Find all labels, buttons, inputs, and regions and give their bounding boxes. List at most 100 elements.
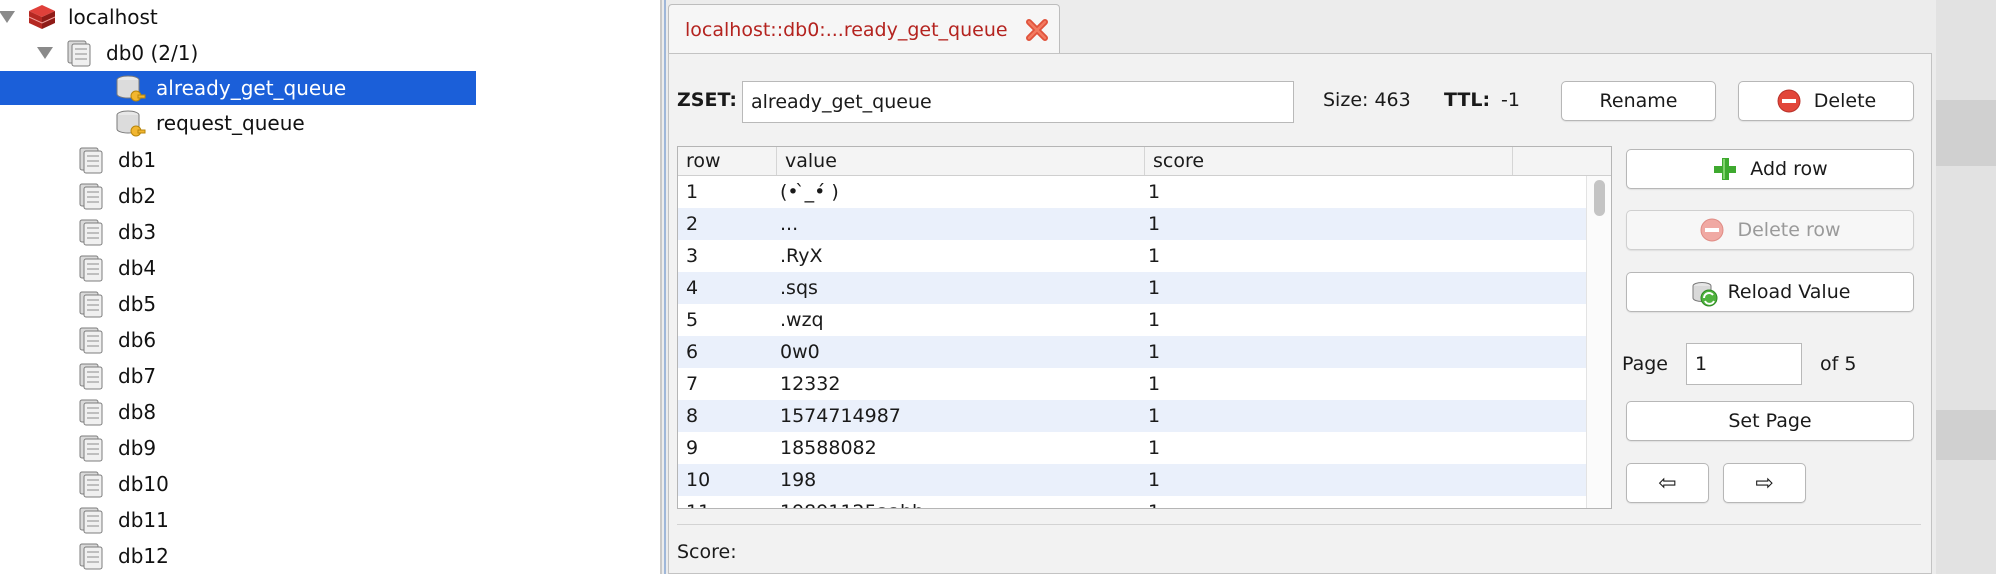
database-icon <box>76 360 108 392</box>
add-row-button[interactable]: Add row <box>1626 149 1914 189</box>
key-icon <box>114 72 146 104</box>
tree-node-db10[interactable]: db10 <box>76 467 169 501</box>
database-icon <box>64 37 96 69</box>
rename-label: Rename <box>1599 90 1678 112</box>
table-row[interactable]: 2... 1 <box>678 208 1586 240</box>
table-row[interactable]: 11 19891125aabb 1 <box>678 496 1586 508</box>
database-icon <box>76 288 108 320</box>
column-header-row[interactable]: row <box>678 147 777 175</box>
table-row[interactable]: 10 198 1 <box>678 464 1586 496</box>
tree-node-db4[interactable]: db4 <box>76 251 156 285</box>
tree-node-db5[interactable]: db5 <box>76 287 156 321</box>
tree-node-db8[interactable]: db8 <box>76 395 156 429</box>
reload-value-button[interactable]: Reload Value <box>1626 272 1914 312</box>
panel-gutter <box>630 0 660 574</box>
value-cell: 12332 <box>780 373 841 395</box>
column-header-value[interactable]: value <box>777 147 1145 175</box>
value-cell: (• ̀_•́ ) <box>780 181 839 203</box>
database-icon <box>76 252 108 284</box>
tree-node-db3[interactable]: db3 <box>76 215 156 249</box>
scrollbar-thumb[interactable] <box>1594 180 1605 216</box>
tree-node-db12[interactable]: db12 <box>76 539 169 573</box>
tree-node-db9[interactable]: db9 <box>76 431 156 465</box>
score-cell: 1 <box>1148 245 1161 267</box>
score-cell: 1 <box>1148 341 1161 363</box>
zset-table[interactable]: row value score 1 (• ̀_•́ ) 1 2... 1 3 .RyX 1 4.… <box>677 146 1612 509</box>
value-cell: 19891125aabb <box>780 496 924 508</box>
rename-button[interactable]: Rename <box>1561 81 1716 121</box>
table-row[interactable]: 7 12332 1 <box>678 368 1586 400</box>
database-icon <box>76 468 108 500</box>
table-row[interactable]: 3 .RyX 1 <box>678 240 1586 272</box>
row-number-cell: 9 <box>686 437 699 459</box>
score-cell: 1 <box>1148 437 1161 459</box>
add-row-label: Add row <box>1750 158 1828 180</box>
tree-node-label: db10 <box>118 472 169 496</box>
tree-node-label: db4 <box>118 256 157 280</box>
tree-node-label: db8 <box>118 400 157 424</box>
key-icon <box>114 107 146 139</box>
collapse-arrow-icon[interactable] <box>0 10 15 24</box>
score-cell: 1 <box>1148 309 1161 331</box>
collapse-arrow-icon[interactable] <box>37 46 53 60</box>
close-icon[interactable] <box>1024 17 1050 43</box>
table-row[interactable]: 5 .wzq 1 <box>678 304 1586 336</box>
value-cell: 18588082 <box>780 437 877 459</box>
tree-node-localhost[interactable]: localhost <box>0 0 628 34</box>
score-cell: 1 <box>1148 405 1161 427</box>
tree-node-label: db12 <box>118 544 169 568</box>
tree-node-db2[interactable]: db2 <box>76 179 156 213</box>
arrow-left-icon: ⇦ <box>1658 470 1677 496</box>
set-page-button[interactable]: Set Page <box>1626 401 1914 441</box>
row-number-cell: 6 <box>686 341 699 363</box>
tab-key-view[interactable]: localhost::db0:...ready_get_queue <box>668 4 1060 54</box>
previous-page-button[interactable]: ⇦ <box>1626 463 1709 503</box>
column-header-score[interactable]: score <box>1145 147 1513 175</box>
tree-key-already-get-queue[interactable]: already_get_queue <box>0 71 476 105</box>
delete-button[interactable]: Delete <box>1738 81 1914 121</box>
page-input[interactable]: 1 <box>1686 343 1802 385</box>
tree-node-db11[interactable]: db11 <box>76 503 169 537</box>
database-icon <box>76 144 108 176</box>
key-name-field[interactable]: already_get_queue <box>742 81 1294 123</box>
tree-node-db7[interactable]: db7 <box>76 359 156 393</box>
size-label: Size: 463 <box>1323 89 1411 111</box>
table-row[interactable]: 1 (• ̀_•́ ) 1 <box>678 176 1586 208</box>
score-cell: 1 <box>1148 373 1161 395</box>
tree-node-db1[interactable]: db1 <box>76 143 156 177</box>
tree-node-db0[interactable]: db0 (2/1) <box>37 36 628 70</box>
table-row[interactable]: 4 .sqs 1 <box>678 272 1586 304</box>
tree-key-request-queue[interactable]: request_queue <box>114 106 614 140</box>
value-cell: 1574714987 <box>780 405 901 427</box>
next-page-button[interactable]: ⇨ <box>1723 463 1806 503</box>
table-row[interactable]: 6 0w0 1 <box>678 336 1586 368</box>
tree-node-label: db11 <box>118 508 169 532</box>
row-number-cell: 11 <box>686 496 710 508</box>
ttl-label: TTL: <box>1444 89 1491 111</box>
database-icon <box>76 324 108 356</box>
value-cell: .sqs <box>780 277 818 299</box>
value-cell: 0w0 <box>780 341 820 363</box>
score-cell: 1 <box>1148 469 1161 491</box>
score-label: Score: <box>677 541 737 563</box>
row-number-cell: 10 <box>686 469 711 491</box>
delete-label: Delete <box>1813 90 1877 112</box>
reload-value-label: Reload Value <box>1727 281 1851 303</box>
table-row[interactable]: 8 1574714987 1 <box>678 400 1586 432</box>
tree-node-label: db3 <box>118 220 157 244</box>
connection-tree: localhost db0 (2/1) already_get_queue re… <box>0 0 628 574</box>
key-type-label: ZSET: <box>677 89 737 111</box>
table-row[interactable]: 9 18588082 1 <box>678 432 1586 464</box>
tab-label: localhost::db0:...ready_get_queue <box>685 18 1008 41</box>
tree-node-db6[interactable]: db6 <box>76 323 156 357</box>
database-icon <box>76 396 108 428</box>
row-number-cell: 2 <box>686 213 699 235</box>
tree-node-label: db1 <box>118 148 157 172</box>
value-cell: 198 <box>780 469 817 491</box>
delete-row-button[interactable]: Delete row <box>1626 210 1914 250</box>
table-scrollbar[interactable] <box>1586 176 1611 508</box>
tree-node-label: db7 <box>118 364 157 388</box>
arrow-right-icon: ⇨ <box>1755 470 1774 496</box>
table-header: row value score <box>678 147 1611 176</box>
row-number-cell: 7 <box>686 373 699 395</box>
